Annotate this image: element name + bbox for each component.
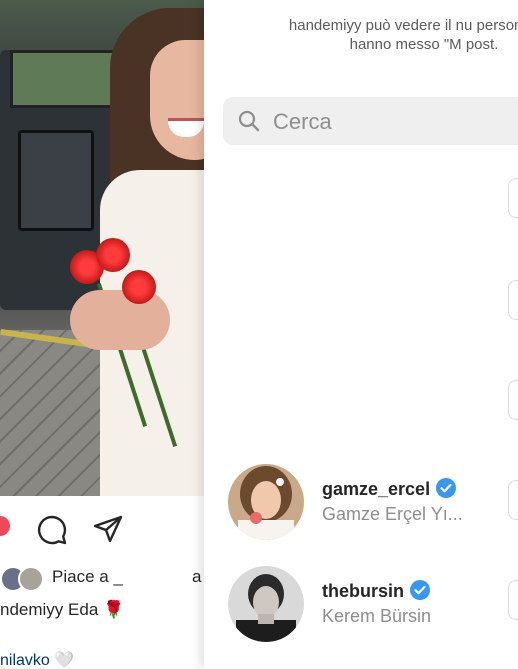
search-icon — [237, 109, 261, 138]
post-photo — [0, 0, 204, 496]
verified-badge-icon — [436, 478, 457, 503]
white-heart-emoji: 🤍 — [54, 652, 75, 669]
user-row[interactable]: gamze_ercel Gamze Erçel Yı... — [228, 464, 518, 540]
follow-button[interactable] — [508, 280, 518, 320]
follow-button[interactable] — [508, 178, 518, 218]
likes-prefix: Piace a — [52, 567, 109, 586]
likes-summary[interactable]: Piace a _ a — [0, 546, 204, 592]
full-name: Gamze Erçel Yı... — [322, 504, 463, 524]
liker-name[interactable]: _ — [113, 567, 122, 586]
verified-badge-icon — [410, 580, 431, 605]
avatar — [18, 566, 44, 592]
caption-username[interactable]: ndemiyy — [0, 600, 63, 619]
post-action-bar — [0, 508, 204, 548]
comment-username[interactable]: nilavko — [0, 652, 50, 669]
search-bar[interactable] — [223, 97, 518, 145]
comment-preview: nilavko 🤍 — [0, 650, 74, 669]
share-icon[interactable] — [92, 514, 124, 551]
caption-text: Eda — [68, 600, 99, 619]
search-input[interactable] — [271, 106, 515, 138]
comment-icon[interactable] — [36, 514, 68, 551]
privacy-notice: handemiyy può vedere il nu persone che h… — [288, 17, 518, 53]
likes-sheet: handemiyy può vedere il nu persone che h… — [204, 0, 518, 669]
follow-button[interactable] — [508, 380, 518, 420]
post-caption: ndemiyy Eda 🌹 — [0, 600, 124, 620]
avatar[interactable] — [228, 464, 304, 540]
heart-icon[interactable] — [0, 516, 10, 536]
liker-avatars — [0, 566, 44, 592]
full-name: Kerem Bürsin — [322, 606, 432, 626]
user-row[interactable]: thebursin Kerem Bürsin — [228, 566, 518, 642]
username[interactable]: gamze_ercel — [322, 479, 430, 499]
rose-emoji: 🌹 — [103, 600, 125, 619]
likes-tail: a — [192, 567, 202, 586]
avatar[interactable] — [228, 566, 304, 642]
blurred-name — [130, 546, 196, 586]
username[interactable]: thebursin — [322, 581, 404, 601]
background-post: Piace a _ a ndemiyy Eda 🌹 nilavko 🤍 — [0, 0, 204, 669]
